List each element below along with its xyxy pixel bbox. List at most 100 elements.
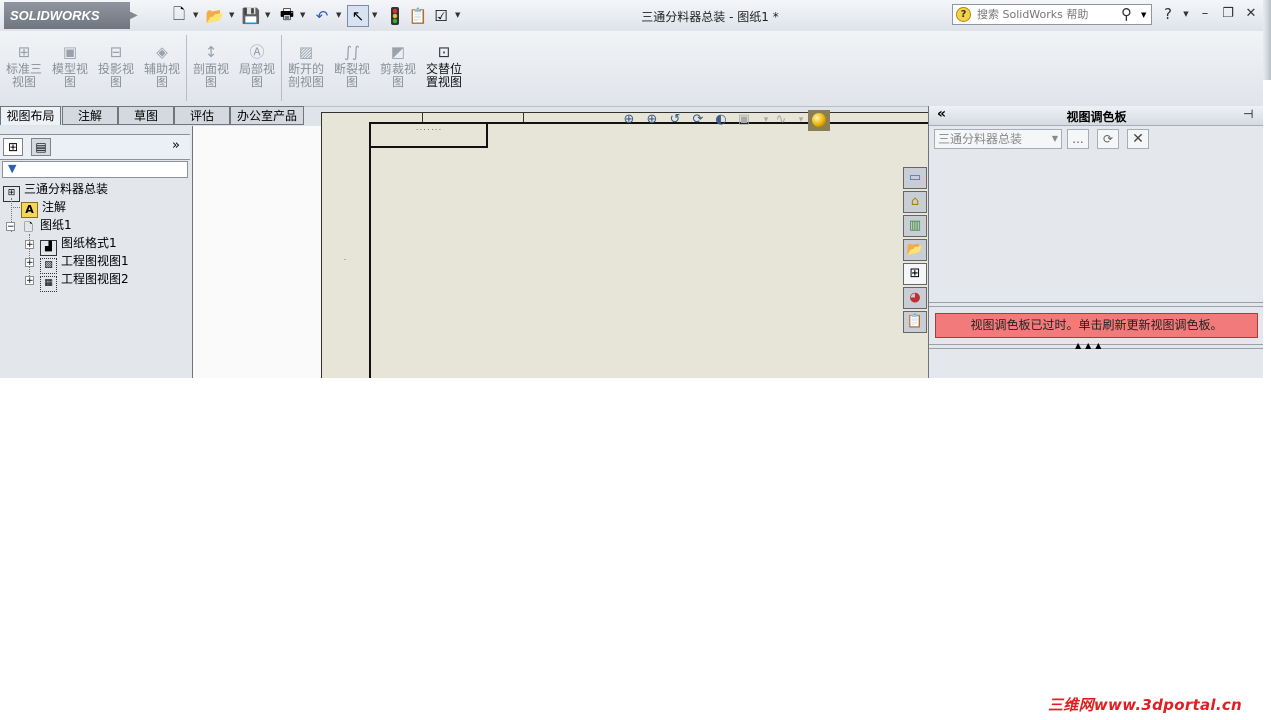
chevron-down-icon[interactable]: ▼ — [265, 11, 270, 19]
print-icon[interactable]: 🖶 — [276, 5, 298, 27]
collapse-icon[interactable]: − — [6, 222, 15, 232]
command-manager: ⊞ 标准三视图 ▣ 模型视图 ⊟ 投影视图 ◈ 辅助视图 ↕ 剖面视图 Ⓐ 局部视图 ▨ 断开… — [0, 31, 1263, 107]
alternate-position-view-icon: ⊡ — [437, 43, 451, 61]
break-view-icon: ∫∫ — [344, 43, 360, 61]
file-properties-icon[interactable]: 📋 — [407, 5, 429, 27]
alternate-position-view-button[interactable]: ⊡ 交替位置视图 — [422, 41, 466, 89]
zoom-to-area-icon[interactable]: ⊕ — [643, 111, 661, 129]
refresh-icon[interactable]: ⟳ — [1097, 129, 1119, 149]
help-search-box[interactable]: ? ⚲ ▼ — [952, 4, 1152, 25]
tree-item-sheet-format[interactable]: ▟ 图纸格式1 — [40, 235, 117, 256]
help-question-icon: ? — [956, 7, 971, 22]
tree-item-drawing[interactable]: ⊞ 三通分料器总装 — [3, 181, 108, 202]
broken-out-section-button[interactable]: ▨ 断开的剖视图 — [284, 41, 328, 89]
standard-3-view-icon: ⊞ — [17, 43, 31, 61]
expand-icon[interactable]: + — [25, 240, 34, 250]
feature-manager-panel: ⊞ ▤ » ▼ ⊞ 三通分料器总装 A 注解 − 🗋 图纸1 + ▟ 图纸格式1 + ▧… — [0, 126, 193, 378]
previous-view-icon[interactable]: ↺ — [666, 111, 684, 129]
browse-button[interactable]: ... — [1067, 129, 1089, 149]
solidworks-window: SOLIDWORKS ▶ 🗋 ▼ 📂 ▼ 💾 ▼ 🖶 ▼ ↶ ▼ ↖ ▼ 📋 ☑… — [0, 0, 1263, 378]
window-edge — [1263, 0, 1271, 80]
drawing-view-icon: ▦ — [40, 276, 57, 292]
view-palette-title: 视图调色板 — [1066, 110, 1127, 124]
chevron-down-icon[interactable]: ▼ — [300, 11, 305, 19]
appearance-sphere-icon[interactable] — [808, 110, 830, 131]
section-view-icon[interactable]: ◐ — [712, 111, 730, 129]
tree-item-drawing-view-2[interactable]: ▦ 工程图视图2 — [40, 271, 129, 292]
document-select[interactable]: 三通分料器总装 ▼ — [934, 129, 1062, 149]
new-document-icon[interactable]: 🗋 — [168, 5, 190, 27]
file-explorer-icon[interactable]: ▥ — [903, 215, 927, 237]
menu-expand-icon[interactable]: ▶ — [130, 6, 140, 26]
annotation-icon: A — [21, 202, 38, 218]
crop-view-icon: ◩ — [390, 43, 406, 61]
select-pointer-icon[interactable]: ↖ — [347, 5, 369, 27]
tree-filter-box[interactable]: ▼ — [2, 161, 188, 178]
open-folder-icon[interactable]: 📂 — [204, 5, 226, 27]
search-icon[interactable]: ⚲ — [1121, 5, 1132, 23]
feature-tree-icon[interactable]: ⊞ — [3, 138, 23, 156]
tab-office-products[interactable]: 办公室产品 — [230, 106, 304, 125]
solidworks-logo[interactable]: SOLIDWORKS — [4, 2, 130, 29]
tree-item-drawing-view-1[interactable]: ▧ 工程图视图1 — [40, 253, 129, 274]
minimize-icon[interactable]: – — [1197, 6, 1213, 22]
detail-view-button[interactable]: Ⓐ 局部视图 — [235, 41, 279, 89]
broken-out-section-icon: ▨ — [298, 43, 314, 61]
projected-view-button[interactable]: ⊟ 投影视图 — [94, 41, 138, 89]
zoom-to-fit-icon[interactable]: ⊕ — [620, 111, 638, 129]
expand-icon[interactable]: + — [25, 276, 34, 286]
outdated-warning-banner[interactable]: 视图调色板已过时。单击刷新更新视图调色板。 — [935, 313, 1258, 338]
close-icon[interactable]: ✕ — [1243, 6, 1259, 22]
expand-icon[interactable]: + — [25, 258, 34, 268]
help-icon[interactable]: ? — [1160, 6, 1176, 22]
expand-panel-icon[interactable]: » — [172, 138, 180, 153]
splitter-grip-icon[interactable]: ▲▲▲ — [1075, 341, 1105, 350]
restore-icon[interactable]: ❐ — [1220, 6, 1236, 22]
chevron-down-icon[interactable]: ▼ — [372, 11, 377, 19]
rotate-view-icon[interactable]: ⟳ — [689, 111, 707, 129]
property-manager-icon[interactable]: ▤ — [31, 138, 51, 156]
chevron-down-icon[interactable]: ▼ — [1141, 11, 1146, 19]
custom-properties-icon[interactable]: 📋 — [903, 311, 927, 333]
tree-line — [11, 207, 20, 208]
search-folder-icon[interactable]: 📂 — [903, 239, 927, 261]
tab-annotation[interactable]: 注解 — [62, 106, 118, 125]
watermark: 三维网www.3dportal.cn — [1048, 696, 1243, 714]
chevron-down-icon[interactable]: ▼ — [1178, 6, 1194, 22]
tab-view-layout[interactable]: 视图布局 — [0, 106, 61, 125]
model-view-button[interactable]: ▣ 模型视图 — [48, 41, 92, 89]
solidworks-resources-icon[interactable]: ▭ — [903, 167, 927, 189]
chevron-down-icon[interactable]: ▼ — [229, 11, 234, 19]
window-title: 三通分料器总装 - 图纸1 * — [641, 10, 779, 24]
chevron-down-icon[interactable]: ▼ — [336, 11, 341, 19]
pin-icon[interactable]: ⊣ — [1243, 107, 1253, 121]
help-search-input[interactable] — [977, 7, 1117, 22]
tab-sketch[interactable]: 草图 — [118, 106, 174, 125]
standard-3-view-button[interactable]: ⊞ 标准三视图 — [2, 41, 46, 89]
crop-view-button[interactable]: ◩ 剪裁视图 — [376, 41, 420, 89]
display-style-icon[interactable]: ▣ — [735, 111, 753, 129]
view-palette-tab-icon[interactable]: ⊞ — [903, 263, 927, 285]
drawing-sheet[interactable]: · · · · · · · · — [321, 112, 931, 378]
clear-icon[interactable]: ✕ — [1127, 129, 1149, 149]
options-icon[interactable]: ☑ — [430, 5, 452, 27]
rebuild-icon[interactable] — [384, 5, 406, 27]
break-view-button[interactable]: ∫∫ 断裂视图 — [330, 41, 374, 89]
section-view-button[interactable]: ↕ 剖面视图 — [189, 41, 233, 89]
pane-splitter[interactable] — [929, 302, 1263, 307]
design-library-icon[interactable]: ⌂ — [903, 191, 927, 213]
chevron-down-icon[interactable]: ▼ — [193, 11, 198, 19]
projected-view-icon: ⊟ — [109, 43, 123, 61]
tree-item-sheet[interactable]: 🗋 图纸1 — [21, 217, 72, 234]
hide-show-items-icon[interactable]: ∿ — [772, 111, 790, 129]
chevron-down-icon[interactable]: ▼ — [455, 11, 460, 19]
section-view-icon: ↕ — [204, 43, 218, 61]
model-view-icon: ▣ — [62, 43, 78, 61]
tab-evaluate[interactable]: 评估 — [174, 106, 230, 125]
auxiliary-view-button[interactable]: ◈ 辅助视图 — [140, 41, 184, 89]
title-bar: SOLIDWORKS ▶ 🗋 ▼ 📂 ▼ 💾 ▼ 🖶 ▼ ↶ ▼ ↖ ▼ 📋 ☑… — [0, 0, 1263, 31]
undo-icon[interactable]: ↶ — [311, 5, 333, 27]
appearances-icon[interactable]: ◕ — [903, 287, 927, 309]
save-icon[interactable]: 💾 — [240, 5, 262, 27]
tree-item-annotations[interactable]: A 注解 — [21, 199, 66, 218]
